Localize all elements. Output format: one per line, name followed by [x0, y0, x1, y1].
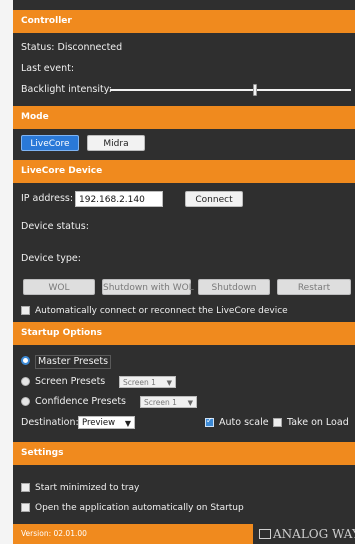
analog-way-logo: ANALOG WAY — [253, 524, 355, 544]
backlight-slider-track[interactable] — [110, 89, 351, 91]
screen-presets-radio[interactable] — [21, 377, 30, 386]
device-type-label: Device type: — [21, 253, 81, 264]
controller-app: Controller Status: Disconnected Last eve… — [13, 0, 355, 544]
last-event-label: Last event: — [21, 63, 75, 74]
start-minimized-checkbox[interactable] — [21, 483, 30, 492]
open-on-startup-checkbox[interactable] — [21, 503, 30, 512]
shutdown-with-wol-button[interactable]: Shutdown with WOL — [102, 279, 194, 295]
confidence-presets-label: Confidence Presets — [35, 396, 127, 407]
status-value: Disconnected — [57, 42, 123, 53]
auto-connect-checkbox[interactable] — [21, 306, 30, 315]
logo-mark-icon — [259, 529, 271, 539]
backlight-slider-thumb[interactable] — [253, 84, 257, 96]
destination-label: Destination: — [21, 417, 79, 428]
footer-bar: Version: 02.01.00 ANALOG WAY — [13, 524, 355, 544]
screen-presets-select-value: Screen 1 — [123, 378, 156, 387]
take-on-load-label: Take on Load — [287, 417, 349, 428]
destination-select-value: Preview — [82, 418, 116, 428]
master-presets-label: Master Presets — [35, 355, 112, 369]
auto-connect-label: Automatically connect or reconnect the L… — [35, 306, 288, 316]
midra-mode-button[interactable]: Midra — [87, 135, 145, 151]
take-on-load-checkbox[interactable] — [273, 418, 282, 427]
confidence-presets-radio[interactable] — [21, 397, 30, 406]
confidence-presets-select-value: Screen 1 — [144, 398, 177, 407]
startup-header: Startup Options — [13, 322, 355, 345]
settings-header: Settings — [13, 442, 355, 465]
backlight-label: Backlight intensity: — [21, 84, 112, 95]
wol-button[interactable]: WOL — [23, 279, 95, 295]
chevron-down-icon: ▼ — [166, 379, 172, 387]
shutdown-button[interactable]: Shutdown — [198, 279, 270, 295]
device-status-label: Device status: — [21, 221, 89, 232]
auto-scale-checkbox[interactable] — [205, 416, 214, 427]
status-label: Status: Disconnected — [21, 42, 122, 54]
chevron-down-icon: ▼ — [124, 419, 131, 428]
auto-scale-label: Auto scale — [219, 417, 269, 428]
confidence-presets-select[interactable]: Screen 1 ▼ — [140, 396, 197, 408]
mode-header: Mode — [13, 106, 355, 129]
master-presets-radio[interactable] — [21, 356, 30, 365]
logo-text: ANALOG WAY — [273, 527, 355, 541]
version-label: Version: 02.01.00 — [21, 529, 87, 538]
destination-select[interactable]: Preview ▼ — [78, 416, 135, 429]
device-header: LiveCore Device — [13, 160, 355, 183]
connect-button[interactable]: Connect — [185, 191, 243, 207]
ip-address-label: IP address: — [21, 193, 74, 204]
screen-presets-select[interactable]: Screen 1 ▼ — [119, 376, 176, 388]
open-on-startup-label: Open the application automatically on St… — [35, 503, 244, 513]
window-frame: Controller Status: Disconnected Last eve… — [0, 0, 355, 544]
ip-address-input[interactable]: 192.168.2.140 — [75, 191, 163, 207]
screen-presets-label: Screen Presets — [35, 376, 106, 387]
restart-button[interactable]: Restart — [277, 279, 351, 295]
start-minimized-label: Start minimized to tray — [35, 483, 140, 493]
chevron-down-icon: ▼ — [187, 399, 193, 407]
status-label-text: Status: — [21, 42, 55, 53]
controller-header: Controller — [13, 10, 355, 33]
livecore-mode-button[interactable]: LiveCore — [21, 135, 79, 151]
